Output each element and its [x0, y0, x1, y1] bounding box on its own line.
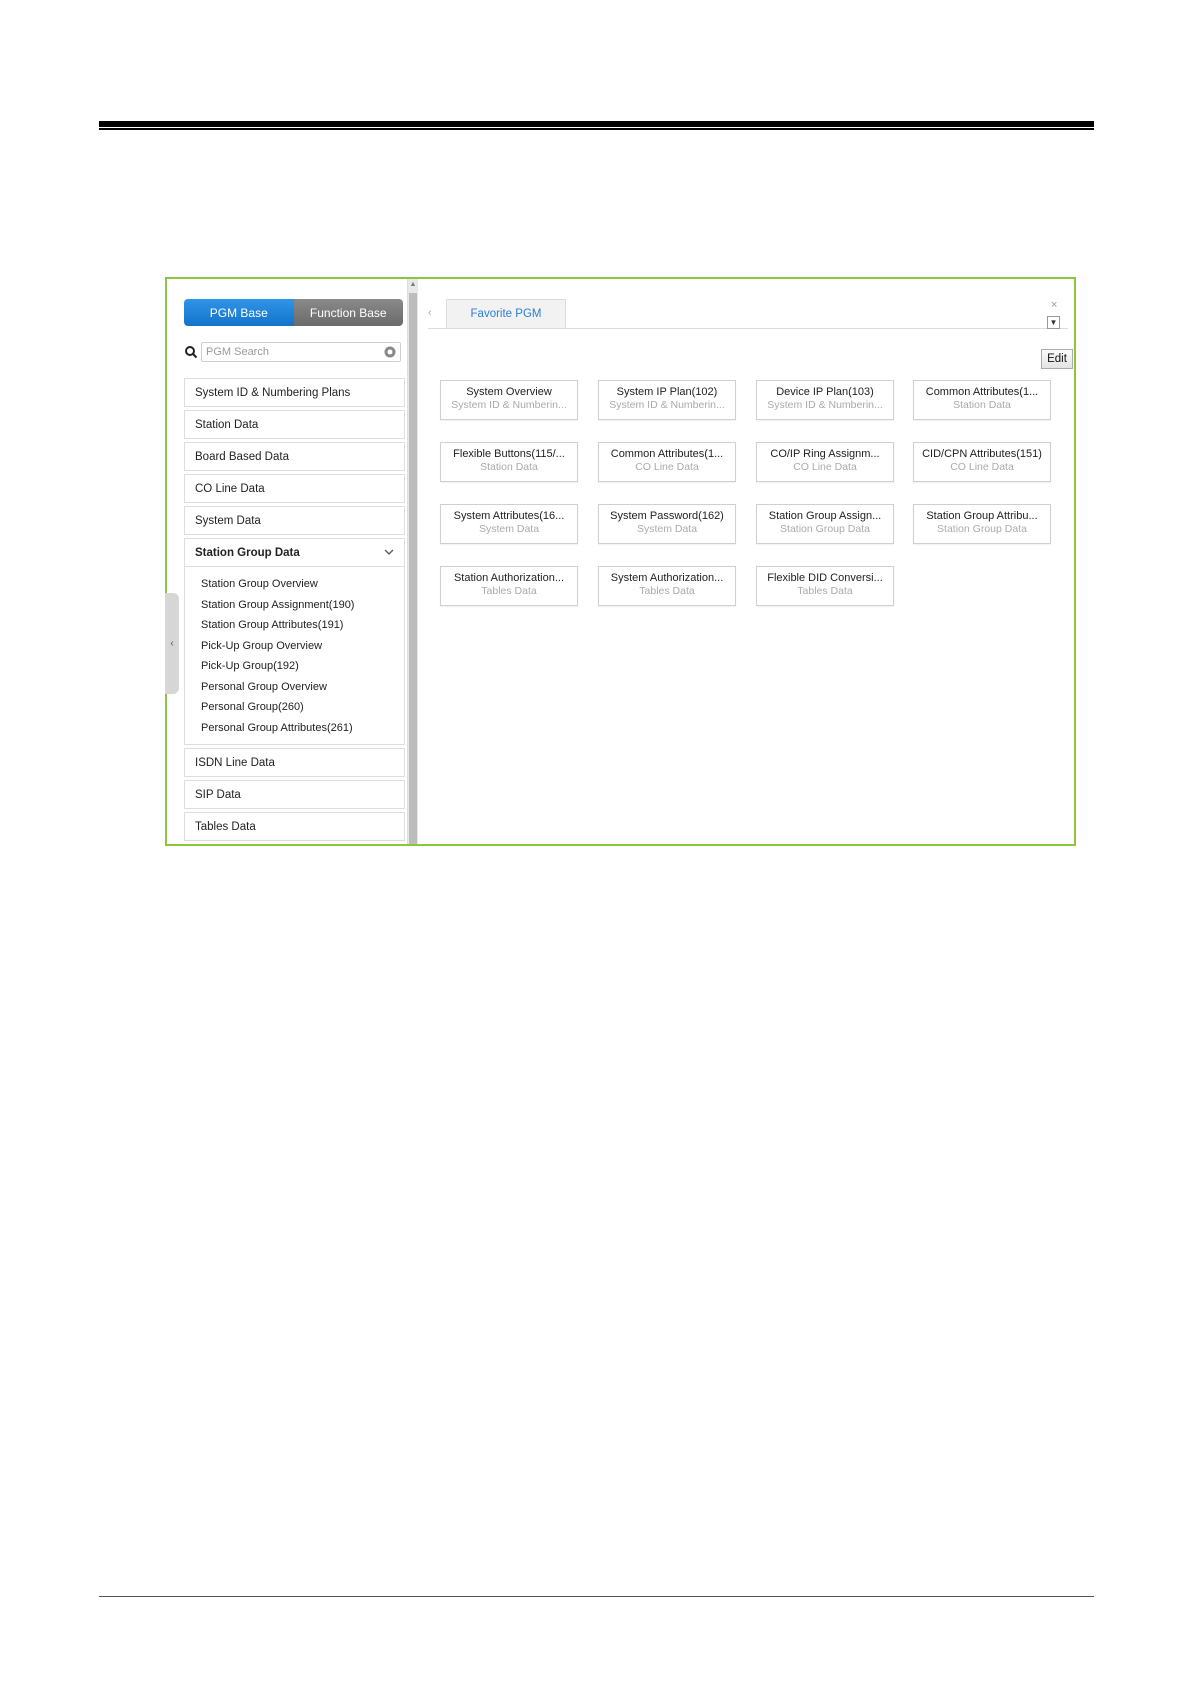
card-subtitle: System ID & Numberin...	[767, 399, 883, 411]
pgm-card[interactable]: System Authorization... Tables Data	[598, 566, 736, 606]
card-subtitle: System ID & Numberin...	[609, 399, 725, 411]
close-icon[interactable]: ×	[1051, 299, 1057, 311]
pgm-card[interactable]: Station Group Assign... Station Group Da…	[756, 504, 894, 544]
card-subtitle: CO Line Data	[635, 461, 699, 473]
pgm-card[interactable]: Flexible Buttons(115/... Station Data	[440, 442, 578, 482]
card-title: System Authorization...	[610, 572, 724, 584]
card-title: Station Group Attribu...	[926, 510, 1038, 522]
nav-item-system-data[interactable]: System Data	[184, 506, 405, 535]
card-subtitle: System ID & Numberin...	[451, 399, 567, 411]
tab-favorite-pgm[interactable]: Favorite PGM	[446, 299, 566, 328]
card-subtitle: Tables Data	[797, 585, 853, 597]
card-title: Device IP Plan(103)	[776, 386, 874, 398]
tab-bar: ‹ Favorite PGM	[428, 299, 1068, 329]
sub-item-station-group-assignment[interactable]: Station Group Assignment(190)	[185, 595, 404, 616]
sub-item-personal-group[interactable]: Personal Group(260)	[185, 697, 404, 718]
card-subtitle: Tables Data	[639, 585, 695, 597]
pgm-card[interactable]: System IP Plan(102) System ID & Numberin…	[598, 380, 736, 420]
base-toggle: PGM Base Function Base	[184, 299, 403, 326]
card-title: System Overview	[466, 386, 552, 398]
card-subtitle: CO Line Data	[793, 461, 857, 473]
pgm-card[interactable]: Common Attributes(1... Station Data	[913, 380, 1051, 420]
sub-item-pickup-group-overview[interactable]: Pick-Up Group Overview	[185, 636, 404, 657]
sub-item-station-group-overview[interactable]: Station Group Overview	[185, 574, 404, 595]
card-subtitle: System Data	[478, 523, 540, 535]
card-subtitle: CO Line Data	[950, 461, 1014, 473]
pgm-card[interactable]: Station Authorization... Tables Data	[440, 566, 578, 606]
card-title: CID/CPN Attributes(151)	[922, 448, 1042, 460]
nav-item-sip-data[interactable]: SIP Data	[184, 780, 405, 809]
nav-item-co-line-data[interactable]: CO Line Data	[184, 474, 405, 503]
header-rule	[99, 121, 1094, 127]
station-group-submenu: Station Group Overview Station Group Ass…	[184, 567, 405, 745]
header-rule-thin	[99, 128, 1094, 130]
pgm-card[interactable]: Flexible DID Conversi... Tables Data	[756, 566, 894, 606]
search-row	[184, 342, 404, 362]
pgm-base-button[interactable]: PGM Base	[184, 299, 294, 326]
tab-prev-icon[interactable]: ‹	[428, 307, 432, 319]
sub-item-personal-group-attributes[interactable]: Personal Group Attributes(261)	[185, 718, 404, 739]
search-icon[interactable]	[184, 344, 198, 360]
left-panel: PGM Base Function Base System ID & Numbe…	[165, 279, 407, 844]
card-title: Station Authorization...	[453, 572, 565, 584]
dropdown-icon[interactable]: ▼	[1047, 316, 1060, 329]
edit-button[interactable]: Edit	[1041, 349, 1073, 369]
clear-icon[interactable]	[384, 346, 396, 358]
card-subtitle: System Data	[636, 523, 698, 535]
pgm-card[interactable]: Device IP Plan(103) System ID & Numberin…	[756, 380, 894, 420]
scroll-up-icon[interactable]: ▲	[409, 281, 417, 289]
scrollbar-thumb[interactable]	[409, 293, 417, 844]
chevron-down-icon[interactable]	[384, 549, 394, 556]
pgm-search-input[interactable]	[201, 342, 401, 362]
pgm-card[interactable]: System Attributes(16... System Data	[440, 504, 578, 544]
nav-item-system-id[interactable]: System ID & Numbering Plans	[184, 378, 405, 407]
sub-item-station-group-attributes[interactable]: Station Group Attributes(191)	[185, 615, 404, 636]
nav-item-board-based-data[interactable]: Board Based Data	[184, 442, 405, 471]
card-title: Common Attributes(1...	[925, 386, 1039, 398]
card-title: System Password(162)	[610, 510, 724, 522]
chevron-left-icon: ‹	[170, 638, 174, 649]
card-title: Flexible Buttons(115/...	[453, 448, 565, 460]
pgm-card[interactable]: Common Attributes(1... CO Line Data	[598, 442, 736, 482]
card-title: Flexible DID Conversi...	[767, 572, 883, 584]
card-title: Station Group Assign...	[768, 510, 882, 522]
card-title: System Attributes(16...	[453, 510, 565, 522]
nav-item-isdn-line-data[interactable]: ISDN Line Data	[184, 748, 405, 777]
card-title: System IP Plan(102)	[616, 386, 718, 398]
left-scrollbar[interactable]: ▲	[407, 279, 418, 844]
sub-item-pickup-group[interactable]: Pick-Up Group(192)	[185, 656, 404, 677]
card-title: CO/IP Ring Assignm...	[770, 448, 880, 460]
pgm-card[interactable]: Station Group Attribu... Station Group D…	[913, 504, 1051, 544]
pgm-card[interactable]: System Overview System ID & Numberin...	[440, 380, 578, 420]
nav-item-station-data[interactable]: Station Data	[184, 410, 405, 439]
screenshot-frame: PGM Base Function Base System ID & Numbe…	[165, 277, 1076, 846]
card-subtitle: Station Group Data	[937, 523, 1027, 535]
card-subtitle: Station Data	[953, 399, 1011, 411]
card-subtitle: Tables Data	[481, 585, 537, 597]
nav-item-label: Station Group Data	[195, 546, 300, 559]
card-title: Common Attributes(1...	[610, 448, 724, 460]
pgm-card[interactable]: CID/CPN Attributes(151) CO Line Data	[913, 442, 1051, 482]
pgm-card[interactable]: CO/IP Ring Assignm... CO Line Data	[756, 442, 894, 482]
nav-item-tables-data[interactable]: Tables Data	[184, 812, 405, 841]
right-panel: ‹ Favorite PGM × ▼ Edit System Overview …	[418, 279, 1074, 844]
card-subtitle: Station Data	[480, 461, 538, 473]
nav-item-station-group-data[interactable]: Station Group Data	[184, 538, 405, 567]
pgm-navigation: System ID & Numbering Plans Station Data…	[184, 378, 405, 844]
pgm-card[interactable]: System Password(162) System Data	[598, 504, 736, 544]
footer-rule	[99, 1596, 1094, 1597]
function-base-button[interactable]: Function Base	[293, 299, 403, 326]
card-subtitle: Station Group Data	[780, 523, 870, 535]
collapse-panel-handle[interactable]: ‹	[165, 593, 179, 694]
sub-item-personal-group-overview[interactable]: Personal Group Overview	[185, 677, 404, 698]
